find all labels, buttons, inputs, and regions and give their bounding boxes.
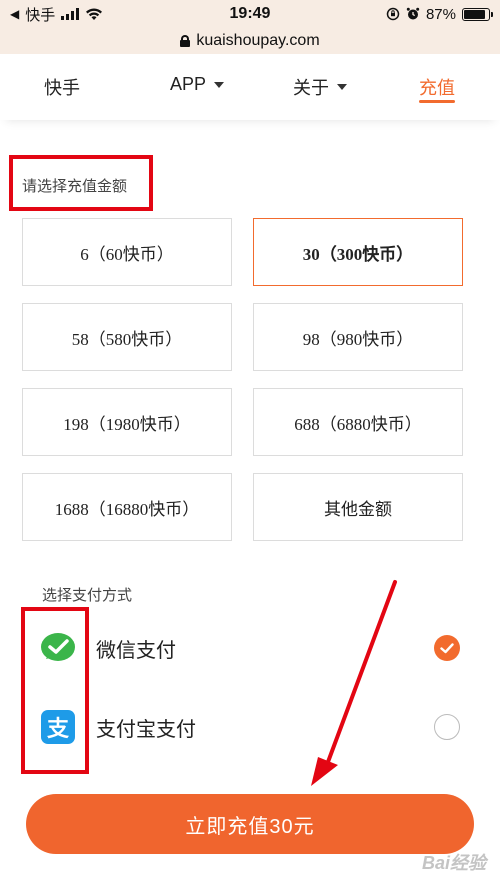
nav-item-app[interactable]: APP (170, 74, 225, 95)
alarm-clock-icon (406, 7, 420, 20)
url-text[interactable]: kuaishoupay.com (196, 32, 319, 50)
back-arrow-icon[interactable]: ◀ (10, 7, 19, 21)
radio-unchecked[interactable] (434, 714, 460, 740)
checkmark-icon (440, 642, 454, 653)
lock-icon (180, 35, 191, 47)
amount-option-6[interactable]: 6（60快币） (22, 218, 232, 286)
clock: 19:49 (229, 5, 271, 22)
caret-down-icon (337, 84, 347, 90)
battery-icon (462, 7, 493, 21)
annotation-box-payment-icons (21, 607, 89, 774)
annotation-box-amount-title (9, 155, 153, 211)
radio-checked[interactable] (434, 635, 460, 661)
status-right: 87% (320, 5, 493, 23)
status-bar: ◀ 快手 19:49 87% (0, 0, 500, 28)
status-left: ◀ 快手 (10, 4, 180, 25)
nav-item-label: APP (170, 74, 207, 94)
amount-option-688[interactable]: 688（6880快币） (253, 388, 463, 456)
address-bar[interactable]: kuaishoupay.com (0, 28, 500, 54)
nav-item-label: 关于 (293, 78, 329, 98)
amount-option-30[interactable]: 30（300快币） (253, 218, 463, 286)
amount-option-1688[interactable]: 1688（16880快币） (22, 473, 232, 541)
nav-item-label: 快手 (44, 78, 80, 98)
payment-method-alipay[interactable]: 支 支付宝支付 (40, 697, 460, 757)
caret-down-icon (214, 81, 225, 88)
cellular-signal-icon (61, 8, 80, 20)
back-app-label[interactable]: 快手 (25, 4, 55, 25)
rotation-lock-icon (386, 7, 400, 21)
recharge-submit-button[interactable]: 立即充值30元 (26, 794, 474, 854)
amount-option-198[interactable]: 198（1980快币） (22, 388, 232, 456)
amount-option-other[interactable]: 其他金额 (253, 473, 463, 541)
active-tab-indicator (419, 100, 455, 103)
payment-method-wechat[interactable]: 微信支付 (40, 618, 460, 678)
payment-method-label: 微信支付 (96, 639, 176, 662)
watermark: Bai经验 (421, 853, 486, 873)
nav-item-about[interactable]: 关于 (293, 74, 347, 100)
nav-item-recharge[interactable]: 充值 (419, 74, 455, 100)
nav-item-label: 充值 (419, 78, 455, 98)
payment-method-label: 支付宝支付 (96, 718, 196, 741)
battery-fill (464, 9, 485, 19)
amount-option-58[interactable]: 58（580快币） (22, 303, 232, 371)
nav-item-kuaishou[interactable]: 快手 (44, 74, 80, 100)
wifi-icon (86, 7, 103, 20)
amount-option-98[interactable]: 98（980快币） (253, 303, 463, 371)
top-nav: 快手 APP 关于 充值 (0, 54, 500, 120)
payment-section-title: 选择支付方式 (42, 587, 133, 604)
battery-percent: 87% (425, 5, 456, 23)
